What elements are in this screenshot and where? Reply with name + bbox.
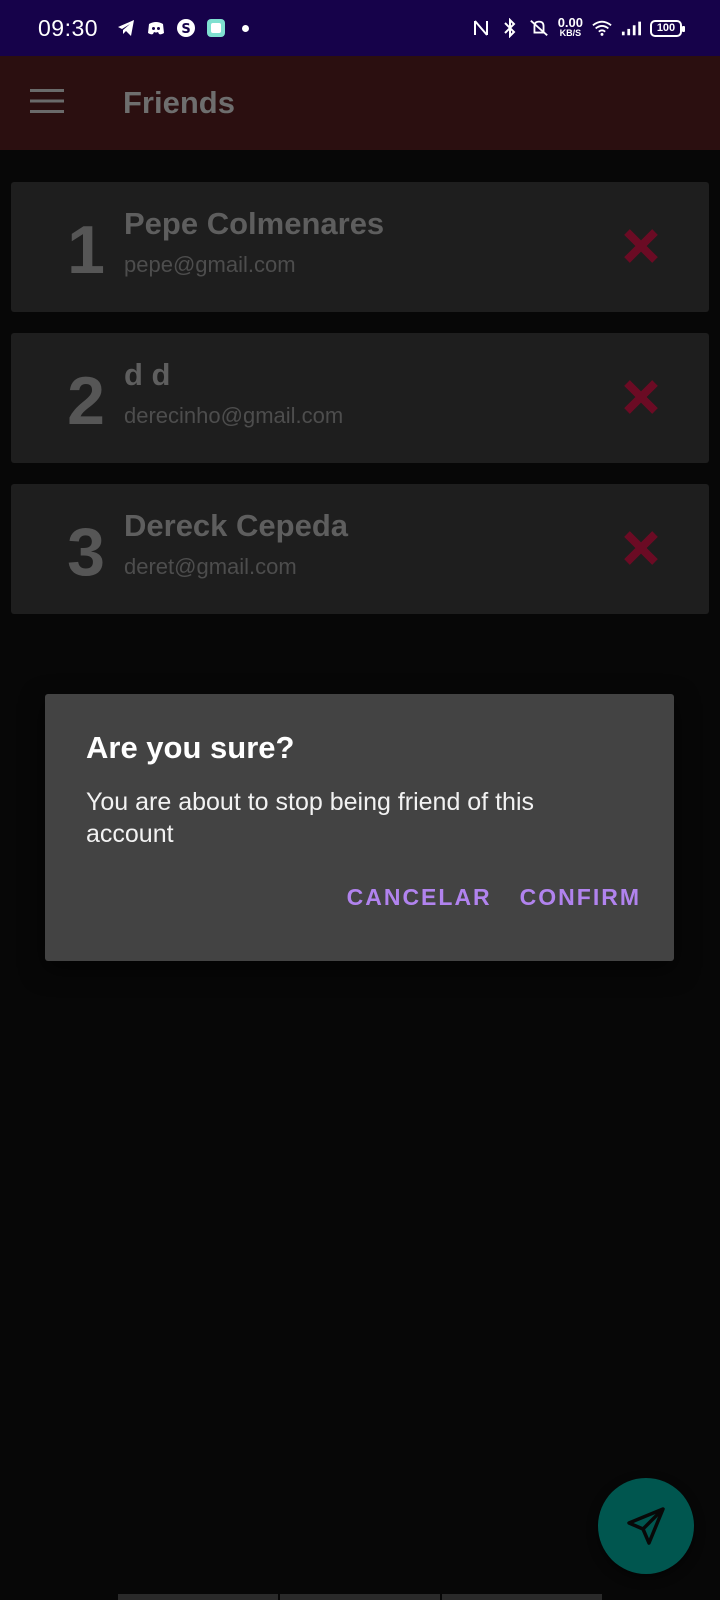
skype-icon: S: [176, 18, 196, 38]
notification-icons: S: [116, 18, 250, 38]
hamburger-menu-icon: [30, 88, 64, 119]
friend-name: d d: [124, 357, 171, 392]
vibrate-off-icon: [529, 18, 549, 38]
telegram-icon: [116, 18, 136, 38]
battery-indicator: 100: [650, 19, 685, 37]
confirm-dialog: Are you sure? You are about to stop bein…: [45, 694, 674, 961]
remove-friend-button[interactable]: [621, 226, 661, 266]
friend-index: 2: [67, 363, 105, 439]
friend-name: Pepe Colmenares: [124, 206, 385, 241]
friend-name: Dereck Cepeda: [124, 508, 349, 543]
friend-index: 1: [67, 212, 105, 288]
friend-list-item[interactable]: 1 Pepe Colmenares pepe@gmail.com: [11, 182, 709, 312]
friend-index: 3: [67, 514, 105, 590]
bluetooth-icon: [500, 18, 520, 38]
remove-friend-button[interactable]: [621, 377, 661, 417]
signal-icon: [621, 18, 641, 38]
send-fab-button[interactable]: [598, 1478, 694, 1574]
close-icon: [624, 531, 658, 565]
remove-friend-button[interactable]: [621, 528, 661, 568]
svg-text:S: S: [181, 22, 190, 37]
confirm-button[interactable]: CONFIRM: [520, 884, 641, 911]
network-speed-value: 0.00: [557, 15, 583, 30]
app-icon: [206, 18, 226, 38]
friend-list-item[interactable]: 3 Dereck Cepeda deret@gmail.com: [11, 484, 709, 614]
send-icon: [627, 1507, 665, 1545]
dialog-message: You are about to stop being friend of th…: [86, 788, 535, 848]
network-speed: 0.00 KB/S: [557, 15, 583, 38]
wifi-icon: [592, 18, 612, 38]
friend-list: 1 Pepe Colmenares pepe@gmail.com 2 d d d…: [11, 182, 709, 635]
page-title: Friends: [123, 85, 235, 120]
friend-email: pepe@gmail.com: [124, 252, 296, 277]
hamburger-menu-button[interactable]: [17, 73, 77, 133]
status-time: 09:30: [38, 14, 99, 41]
app-bar: Friends: [0, 56, 720, 150]
system-icons: 0.00 KB/S 100: [471, 15, 685, 38]
close-icon: [624, 380, 658, 414]
close-icon: [624, 229, 658, 263]
nfc-icon: [471, 18, 491, 38]
dialog-title: Are you sure?: [86, 730, 295, 765]
more-notifications-dot: [242, 24, 250, 32]
status-bar: 09:30 S 0.00 KB/S 100: [0, 0, 720, 56]
cancel-button[interactable]: CANCELAR: [347, 884, 492, 911]
bottom-nav-segment: [118, 1594, 278, 1600]
network-speed-unit: KB/S: [559, 28, 582, 38]
bottom-navigation-edge: [118, 1594, 602, 1600]
discord-icon: [146, 18, 166, 38]
dialog-actions: CANCELAR CONFIRM: [347, 884, 641, 911]
friend-email: deret@gmail.com: [124, 554, 297, 579]
bottom-nav-segment: [442, 1594, 602, 1600]
bottom-nav-segment: [280, 1594, 440, 1600]
friend-email: derecinho@gmail.com: [124, 403, 344, 428]
friend-list-item[interactable]: 2 d d derecinho@gmail.com: [11, 333, 709, 463]
